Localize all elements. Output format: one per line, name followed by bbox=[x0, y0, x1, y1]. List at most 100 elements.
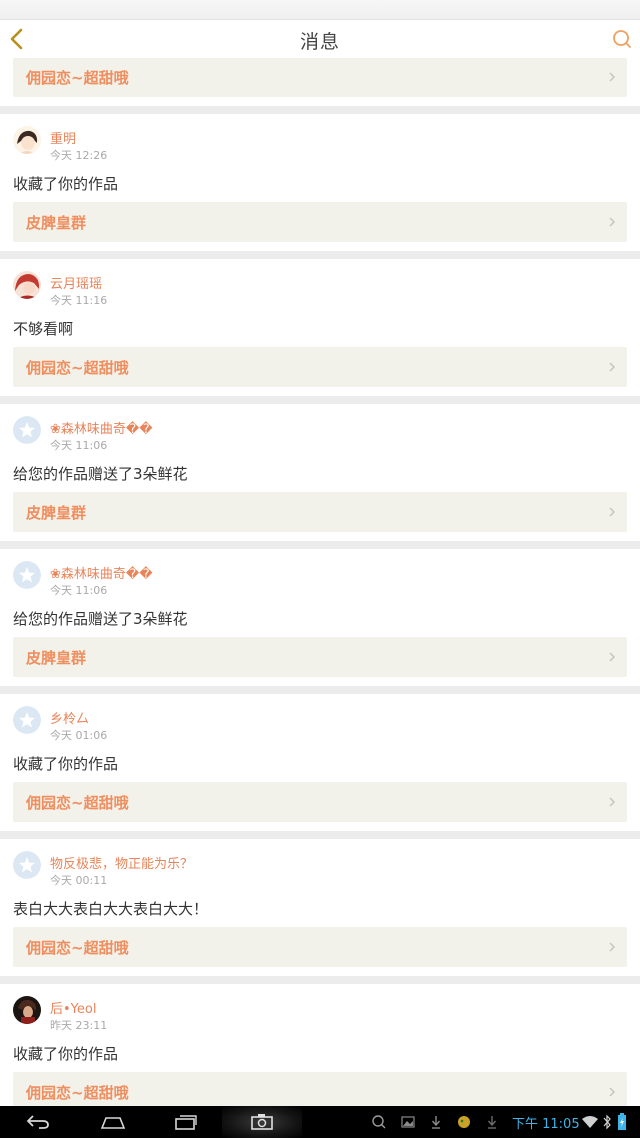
message-text: 收藏了你的作品 bbox=[13, 755, 119, 773]
username[interactable]: ❀森林味曲奇�� bbox=[50, 418, 153, 437]
bluetooth-icon bbox=[603, 1114, 611, 1130]
message-text: 收藏了你的作品 bbox=[13, 1045, 119, 1063]
search-icon bbox=[372, 1115, 386, 1129]
work-link[interactable]: 皮脾皇群 bbox=[13, 202, 627, 242]
status-search[interactable] bbox=[368, 1106, 390, 1138]
system-navbar: 下午 11:05 bbox=[0, 1106, 640, 1138]
username[interactable]: 后•Yeol bbox=[50, 998, 96, 1017]
work-link[interactable]: 佣园恋~超甜哦 bbox=[13, 1072, 627, 1106]
message-list[interactable]: 佣园恋~超甜哦 重明 今天 12:26 收藏了你的作品 皮脾皇群 云月瑶瑶 今天… bbox=[0, 58, 640, 1106]
download-icon bbox=[431, 1116, 441, 1129]
default-avatar-star-icon bbox=[13, 561, 41, 589]
user-avatar-icon bbox=[13, 271, 41, 299]
work-link[interactable]: 皮脾皇群 bbox=[13, 637, 627, 677]
timestamp: 今天 11:06 bbox=[50, 439, 108, 452]
status-app-notification bbox=[454, 1106, 474, 1138]
wifi-icon bbox=[582, 1116, 598, 1128]
message-card: 后•Yeol 昨天 23:11 收藏了你的作品 佣园恋~超甜哦 bbox=[0, 984, 640, 1106]
work-link-label: 佣园恋~超甜哦 bbox=[26, 1084, 129, 1102]
chevron-right-icon bbox=[609, 1087, 615, 1097]
chevron-right-icon bbox=[609, 942, 615, 952]
message-card: ❀森林味曲奇�� 今天 11:06 给您的作品赠送了3朵鲜花 皮脾皇群 bbox=[0, 549, 640, 686]
message-meta: ❀森林味曲奇�� 今天 11:06 bbox=[13, 404, 627, 456]
avatar[interactable] bbox=[13, 126, 41, 154]
status-battery bbox=[614, 1106, 630, 1138]
username[interactable]: 物反极悲，物正能为乐？ bbox=[50, 853, 193, 872]
username[interactable]: ❀森林味曲奇�� bbox=[50, 563, 153, 582]
chevron-right-icon bbox=[609, 797, 615, 807]
timestamp: 今天 12:26 bbox=[50, 149, 108, 162]
camera-icon bbox=[251, 1114, 273, 1130]
download-icon bbox=[487, 1116, 497, 1129]
avatar[interactable] bbox=[13, 271, 41, 299]
work-link[interactable]: 佣园恋~超甜哦 bbox=[13, 347, 627, 387]
chevron-right-icon bbox=[609, 362, 615, 372]
nav-home-button[interactable] bbox=[95, 1106, 131, 1138]
message-text: 不够看啊 bbox=[13, 320, 74, 338]
user-avatar-icon bbox=[13, 126, 41, 154]
image-icon bbox=[401, 1116, 415, 1128]
avatar[interactable] bbox=[13, 851, 41, 879]
home-icon bbox=[100, 1117, 126, 1129]
status-download-2 bbox=[482, 1106, 502, 1138]
default-avatar-star-icon bbox=[13, 851, 41, 879]
timestamp: 今天 11:06 bbox=[50, 584, 108, 597]
chevron-right-icon bbox=[609, 507, 615, 517]
work-link-label: 佣园恋~超甜哦 bbox=[26, 359, 129, 377]
message-text: 收藏了你的作品 bbox=[13, 175, 119, 193]
message-meta: 物反极悲，物正能为乐？ 今天 00:11 bbox=[13, 839, 627, 891]
username[interactable]: 乡柃厶 bbox=[50, 708, 89, 727]
username[interactable]: 重明 bbox=[50, 128, 76, 147]
avatar[interactable] bbox=[13, 706, 41, 734]
chevron-right-icon bbox=[609, 217, 615, 227]
battery-charging-icon bbox=[618, 1113, 626, 1130]
work-link[interactable]: 佣园恋~超甜哦 bbox=[13, 782, 627, 822]
message-meta: ❀森林味曲奇�� 今天 11:06 bbox=[13, 549, 627, 601]
work-link[interactable]: 佣园恋~超甜哦 bbox=[13, 58, 627, 97]
avatar[interactable] bbox=[13, 996, 41, 1024]
timestamp: 昨天 23:11 bbox=[50, 1019, 108, 1032]
message-text: 给您的作品赠送了3朵鲜花 bbox=[13, 610, 188, 628]
work-link-label: 佣园恋~超甜哦 bbox=[26, 69, 129, 87]
status-clock[interactable]: 下午 11:05 bbox=[512, 1113, 580, 1132]
search-button[interactable] bbox=[610, 28, 634, 50]
message-text: 给您的作品赠送了3朵鲜花 bbox=[13, 465, 188, 483]
message-card: 物反极悲，物正能为乐？ 今天 00:11 表白大大表白大大表白大大！ 佣园恋~超… bbox=[0, 839, 640, 976]
app-notification-icon bbox=[458, 1116, 470, 1128]
work-link[interactable]: 皮脾皇群 bbox=[13, 492, 627, 532]
work-link-label: 皮脾皇群 bbox=[26, 504, 87, 522]
work-link-label: 皮脾皇群 bbox=[26, 649, 87, 667]
status-bluetooth bbox=[600, 1106, 614, 1138]
message-card: 佣园恋~超甜哦 bbox=[0, 58, 640, 106]
screenshot-button[interactable] bbox=[244, 1106, 280, 1138]
message-meta: 重明 今天 12:26 bbox=[13, 114, 627, 166]
nav-back-button[interactable] bbox=[20, 1106, 56, 1138]
work-link-label: 佣园恋~超甜哦 bbox=[26, 794, 129, 812]
chevron-right-icon bbox=[609, 652, 615, 662]
message-meta: 乡柃厶 今天 01:06 bbox=[13, 694, 627, 746]
timestamp: 今天 01:06 bbox=[50, 729, 108, 742]
app-header: 消息 bbox=[0, 20, 640, 58]
message-text: 表白大大表白大大表白大大！ bbox=[13, 900, 209, 918]
avatar[interactable] bbox=[13, 416, 41, 444]
user-avatar-icon bbox=[13, 996, 41, 1024]
message-meta: 后•Yeol 昨天 23:11 bbox=[13, 984, 627, 1036]
work-link-label: 佣园恋~超甜哦 bbox=[26, 939, 129, 957]
back-arrow-icon bbox=[26, 1115, 49, 1129]
page-title: 消息 bbox=[299, 31, 340, 53]
message-card: ❀森林味曲奇�� 今天 11:06 给您的作品赠送了3朵鲜花 皮脾皇群 bbox=[0, 404, 640, 541]
message-meta: 云月瑶瑶 今天 11:16 bbox=[13, 259, 627, 311]
messages-screen: 消息 佣园恋~超甜哦 重明 今天 12:26 收藏了你的作品 皮脾皇群 云月瑶瑶… bbox=[0, 0, 640, 1138]
status-download bbox=[426, 1106, 446, 1138]
work-link[interactable]: 佣园恋~超甜哦 bbox=[13, 927, 627, 967]
status-gallery bbox=[398, 1106, 418, 1138]
status-wifi bbox=[580, 1106, 600, 1138]
message-card: 重明 今天 12:26 收藏了你的作品 皮脾皇群 bbox=[0, 114, 640, 251]
avatar[interactable] bbox=[13, 561, 41, 589]
work-link-label: 皮脾皇群 bbox=[26, 214, 87, 232]
default-avatar-star-icon bbox=[13, 416, 41, 444]
nav-recents-button[interactable] bbox=[168, 1106, 204, 1138]
username[interactable]: 云月瑶瑶 bbox=[50, 273, 102, 292]
recent-apps-icon bbox=[175, 1115, 197, 1130]
message-card: 云月瑶瑶 今天 11:16 不够看啊 佣园恋~超甜哦 bbox=[0, 259, 640, 396]
